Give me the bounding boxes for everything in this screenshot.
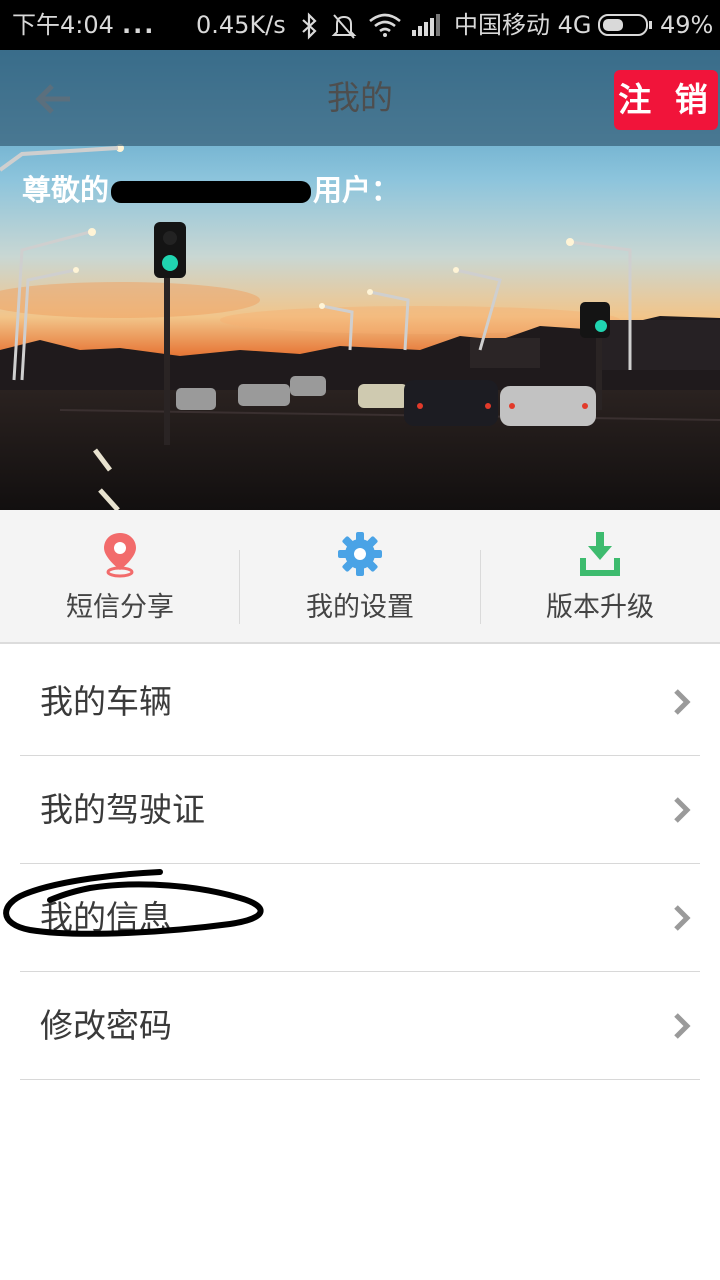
menu-item-label: 我的驾驶证 [40, 790, 205, 829]
sms-share-button[interactable]: 短信分享 [0, 510, 240, 644]
chevron-right-icon [674, 1013, 691, 1039]
back-arrow-icon[interactable] [28, 74, 82, 124]
status-net-speed: 0.45K/s [196, 11, 286, 39]
menu-item-label: 我的信息 [40, 898, 172, 937]
chevron-right-icon [674, 689, 691, 715]
sms-share-label: 短信分享 [66, 592, 174, 623]
status-time: 下午4:04 [12, 11, 114, 39]
app-bar: 我的 注 销 [0, 50, 720, 146]
quick-actions-bar: 短信分享 我的设置 版本升级 [0, 510, 720, 644]
my-settings-button[interactable]: 我的设置 [240, 510, 480, 644]
greeting-prefix: 尊敬的 [22, 173, 110, 207]
menu-item-my-info[interactable]: 我的信息 [20, 864, 700, 972]
status-bar: 下午4:04 ... 0.45K/s 中国移动 4G 49% [0, 0, 720, 50]
redacted-username [111, 181, 312, 203]
menu-item-label: 修改密码 [40, 1006, 172, 1045]
gear-icon [338, 532, 382, 576]
wifi-icon [369, 13, 401, 37]
version-upgrade-button[interactable]: 版本升级 [480, 510, 720, 644]
menu-item-my-license[interactable]: 我的驾驶证 [20, 756, 700, 864]
my-settings-label: 我的设置 [306, 592, 414, 623]
location-pin-icon [104, 533, 136, 578]
mute-bell-icon [331, 14, 357, 39]
menu-item-my-vehicles[interactable]: 我的车辆 [20, 648, 700, 756]
bluetooth-icon [302, 12, 317, 40]
chevron-right-icon [674, 797, 691, 823]
version-upgrade-label: 版本升级 [546, 592, 654, 623]
chevron-right-icon [674, 905, 691, 931]
menu-item-label: 我的车辆 [40, 682, 172, 721]
page-title: 我的 [327, 78, 393, 117]
status-more-dots: ... [122, 11, 156, 39]
menu-item-change-password[interactable]: 修改密码 [20, 972, 700, 1080]
greeting-suffix: 用户： [313, 173, 401, 207]
logout-button[interactable]: 注 销 [614, 70, 718, 130]
download-tray-icon [580, 532, 620, 576]
status-carrier: 中国移动 4G [454, 11, 592, 39]
user-greeting: 尊敬的 用户： [22, 170, 400, 210]
signal-icon [412, 14, 440, 36]
status-battery: 49% [660, 11, 714, 39]
header-banner: 我的 注 销 尊敬的 用户： [0, 50, 720, 510]
battery-icon [598, 14, 652, 36]
